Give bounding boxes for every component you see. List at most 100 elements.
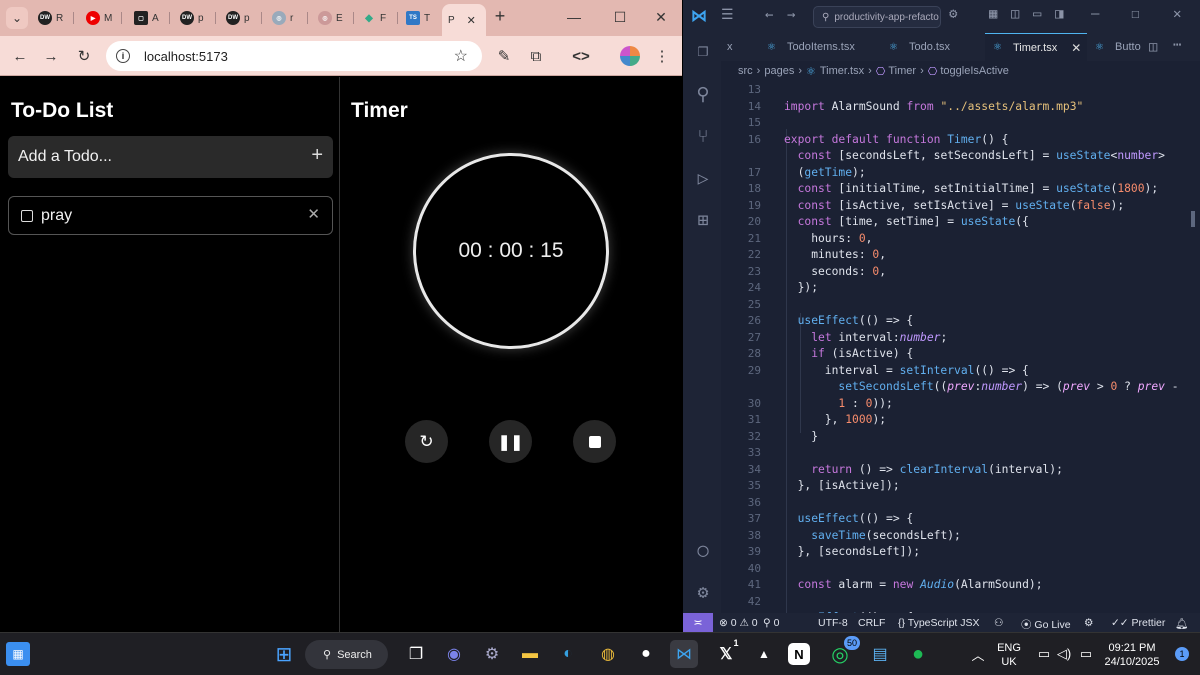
toggle-sidebar-icon[interactable]: ◫ [1011, 6, 1019, 22]
command-center-search[interactable]: ⚲ productivity-app-refacto [813, 6, 941, 28]
layout-customize-icon[interactable]: ▦ [989, 6, 997, 22]
browser-tab-active[interactable]: P ✕ [442, 4, 486, 36]
widgets-icon[interactable]: ▦ [6, 642, 30, 666]
close-window-button[interactable]: ✕ [651, 9, 671, 26]
address-bar[interactable]: i localhost:5173 ☆ [106, 41, 482, 71]
editor-tab[interactable]: ⚛ TodoItems.tsx [759, 33, 879, 61]
editor-tab-active[interactable]: ⚛ Timer.tsx ✕ [985, 33, 1087, 61]
accounts-status-icon[interactable]: ⚙ [1084, 617, 1093, 629]
add-todo-input[interactable]: Add a Todo... + [8, 136, 333, 178]
browser-tab[interactable]: DW R [32, 7, 74, 29]
stop-button[interactable] [573, 420, 616, 463]
notification-badge[interactable]: 1 [1175, 647, 1189, 661]
eyedropper-icon[interactable]: ✎ [494, 46, 514, 66]
reload-icon[interactable]: ↻ [74, 46, 94, 66]
browser-tab[interactable]: ▶ M [80, 7, 122, 29]
go-live-button[interactable]: ⦿ Go Live [1021, 617, 1071, 632]
file-explorer-icon[interactable]: ▬ [516, 640, 544, 668]
browser-tab[interactable]: DW p [174, 7, 216, 29]
problems-indicator[interactable]: ⊗ 0 ⚠ 0 [719, 617, 758, 629]
task-view-icon[interactable]: ❐ [402, 640, 430, 668]
todo-checkbox[interactable] [21, 209, 33, 222]
reset-button[interactable]: ↻ [405, 420, 448, 463]
settings-icon[interactable]: ⚙ [478, 640, 506, 668]
minimize-button[interactable]: — [1091, 6, 1099, 22]
clock[interactable]: 09:21 PM 24/10/2025 [1097, 641, 1167, 669]
new-tab-button[interactable]: + [490, 6, 510, 27]
extensions-icon[interactable]: ⊞ [692, 209, 714, 231]
profile-avatar[interactable] [620, 46, 640, 66]
devtools-icon[interactable]: <> [571, 46, 591, 66]
code-editor[interactable]: 13 14 15 16 17 18 19 20 21 22 23 24 25 26 27 28 29 30 31 32… [721, 81, 1200, 613]
forward-arrow-icon[interactable]: → [41, 46, 61, 66]
browser-tab[interactable]: ◎ r [266, 7, 308, 29]
menu-icon[interactable]: ☰ [721, 7, 734, 23]
maximize-button[interactable]: ☐ [610, 9, 630, 26]
remote-icon[interactable]: ≍ [683, 613, 713, 632]
bookmark-star-icon[interactable]: ☆ [454, 46, 468, 66]
back-arrow-icon[interactable]: ← [765, 7, 773, 23]
chevron-up-icon[interactable]: ︿ [964, 640, 992, 668]
start-icon[interactable]: ⊞ [270, 640, 298, 668]
spotify-icon[interactable]: ● [904, 640, 932, 668]
close-tab-icon[interactable]: ✕ [1071, 41, 1081, 55]
taskbar-search[interactable]: ⚲ Search [305, 640, 388, 669]
scrollbar-thumb[interactable] [1191, 211, 1195, 227]
more-actions-icon[interactable]: ⋯ [1173, 37, 1181, 53]
watch-indicator[interactable]: ⚲ 0 [763, 617, 779, 629]
edge-icon[interactable]: ◐ [554, 640, 582, 668]
breadcrumb-item[interactable]: Timer.tsx [820, 65, 864, 77]
editor-tab[interactable]: ⚛ Todo.tsx [881, 33, 985, 61]
browser-tab[interactable]: TS T [400, 7, 442, 29]
breadcrumb-item[interactable]: pages [764, 65, 794, 77]
close-window-button[interactable]: ✕ [1173, 6, 1181, 22]
vscode-taskbar-icon[interactable]: ⋈ [670, 640, 698, 668]
toggle-secondary-sidebar-icon[interactable]: ◨ [1055, 6, 1063, 22]
site-info-icon[interactable]: i [116, 49, 130, 63]
menu-icon[interactable]: ⋮ [652, 46, 672, 66]
explorer-icon[interactable]: ❐ [692, 39, 714, 61]
breadcrumb-item[interactable]: src [738, 65, 753, 77]
copilot-icon[interactable]: ⚙ [949, 6, 957, 22]
forward-arrow-icon[interactable]: → [787, 7, 795, 23]
encoding-indicator[interactable]: UTF-8 [818, 617, 848, 629]
prettier-button[interactable]: ✓✓ Prettier [1111, 617, 1165, 629]
eol-indicator[interactable]: CRLF [858, 617, 885, 629]
run-debug-icon[interactable]: ▷ [692, 167, 714, 189]
editor-tab[interactable]: ⚛ Butto [1087, 33, 1149, 61]
pause-button[interactable]: ❚❚ [489, 420, 532, 463]
github-icon[interactable]: ● [632, 640, 660, 668]
battery-icon[interactable]: ▭ [1072, 640, 1100, 668]
editor-tab[interactable]: x [719, 33, 759, 61]
back-arrow-icon[interactable]: ← [10, 46, 30, 66]
close-tab-icon[interactable]: ✕ [467, 14, 476, 27]
maximize-button[interactable]: ☐ [1131, 6, 1139, 22]
browser-tab[interactable]: ◎ E [312, 7, 354, 29]
whatsapp-icon[interactable]: ◎ 50 [826, 636, 860, 668]
browser-tab[interactable]: ◆ F [356, 7, 398, 29]
minimize-button[interactable]: — [564, 9, 584, 25]
copilot-status-icon[interactable]: ⚇ [994, 617, 1003, 629]
notion-icon[interactable]: N [788, 643, 810, 665]
manage-gear-icon[interactable]: ⚙ [692, 581, 714, 603]
meet-icon[interactable]: ◉ [440, 640, 468, 668]
browser-tab[interactable]: DW p [220, 7, 262, 29]
source-control-icon[interactable]: ⑂ [692, 125, 714, 147]
tab-search-button[interactable]: ⌄ [6, 7, 28, 29]
language-indicator[interactable]: ENG UK [994, 641, 1024, 669]
plus-icon[interactable]: + [311, 144, 323, 167]
extensions-icon[interactable]: ⧉ [526, 46, 546, 66]
split-editor-icon[interactable]: ◫ [1149, 39, 1157, 55]
search-icon[interactable]: ⚲ [692, 83, 714, 105]
chrome-icon[interactable]: ◍ [594, 640, 622, 668]
language-mode[interactable]: {} TypeScript JSX [898, 617, 980, 629]
notepad-icon[interactable]: ▤ [866, 640, 894, 668]
x-icon[interactable]: 𝕏1 [712, 638, 740, 668]
delete-todo-icon[interactable]: ✕ [307, 205, 320, 223]
toggle-panel-icon[interactable]: ▭ [1033, 6, 1041, 22]
breadcrumb-item[interactable]: toggleIsActive [940, 65, 1008, 77]
notch-icon[interactable]: ▲ [750, 640, 778, 668]
account-icon[interactable]: ◯ [692, 539, 714, 561]
breadcrumb-item[interactable]: Timer [888, 65, 916, 77]
notifications-bell-icon[interactable]: 🔔︎ [1175, 617, 1188, 630]
